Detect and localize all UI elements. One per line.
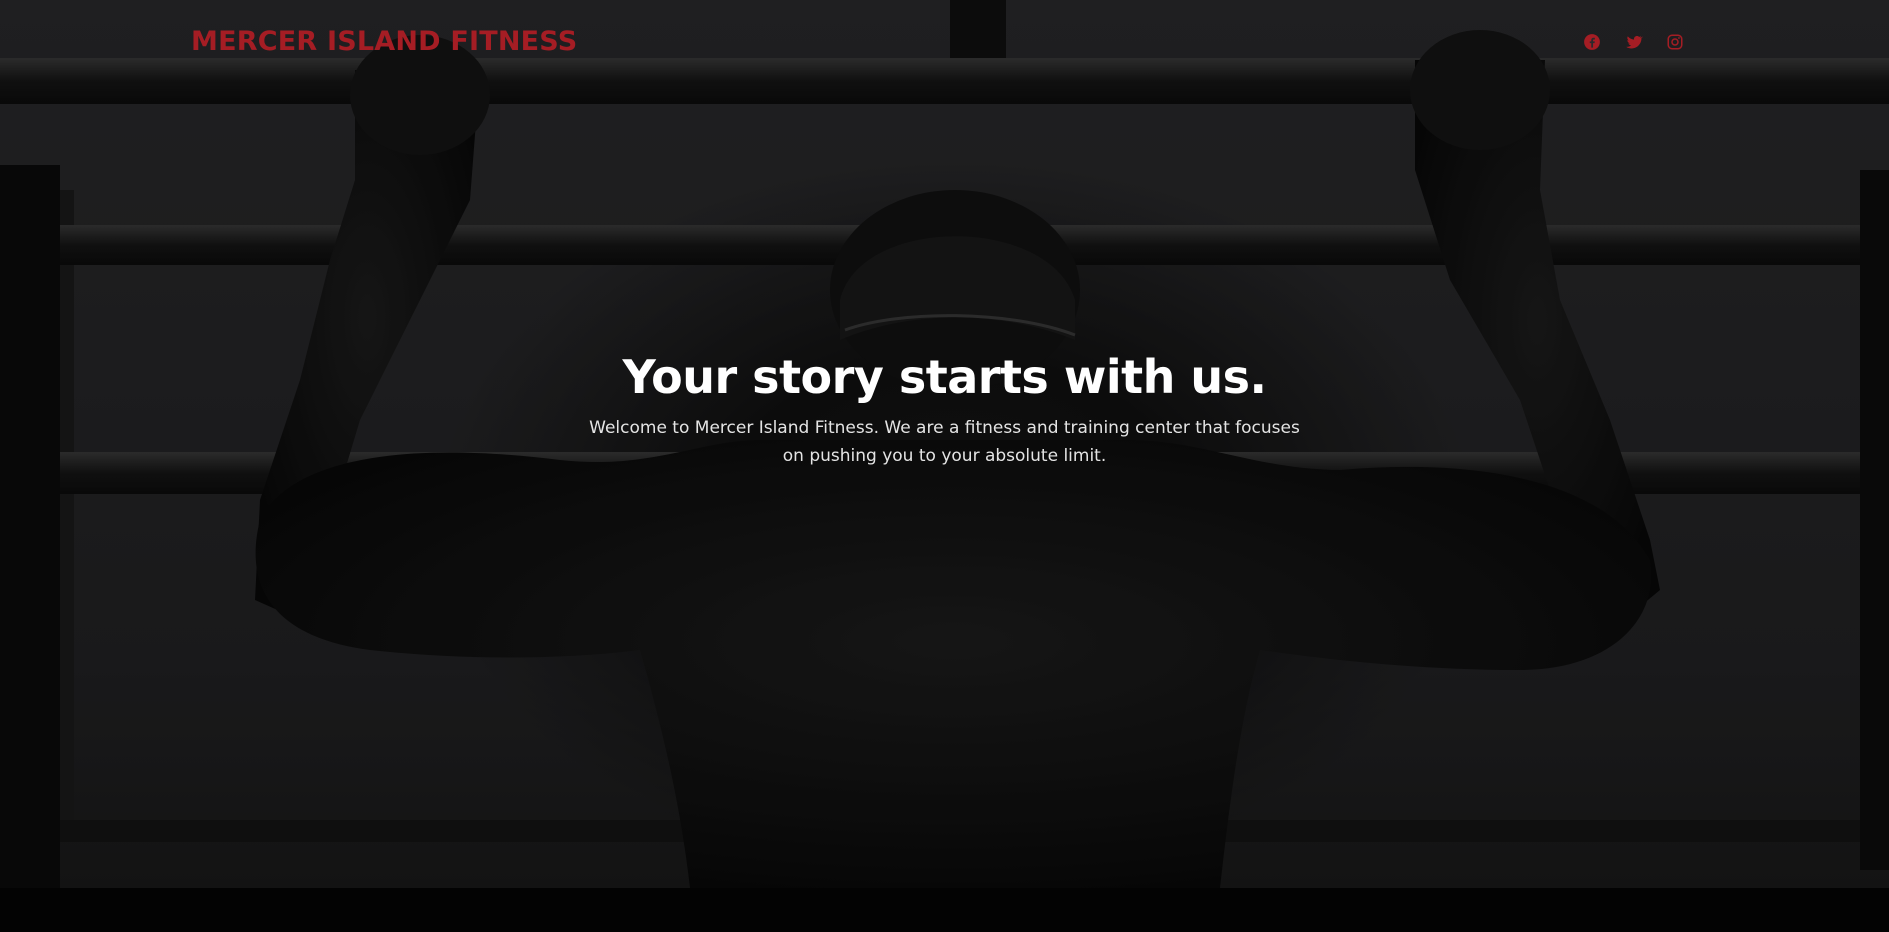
hero-content: Your story starts with us. Welcome to Me…: [0, 346, 1889, 470]
twitter-link[interactable]: [1622, 30, 1646, 54]
hero-description: Welcome to Mercer Island Fitness. We are…: [589, 418, 1300, 466]
hero-title: Your story starts with us.: [622, 350, 1267, 404]
page-bottom-band: [0, 888, 1889, 932]
brand-logo-link[interactable]: MERCER ISLAND FITNESS: [191, 24, 577, 60]
instagram-icon: [1667, 34, 1683, 50]
top-navbar: MERCER ISLAND FITNESS: [0, 0, 1889, 86]
facebook-link[interactable]: [1580, 30, 1604, 54]
facebook-icon: [1584, 34, 1600, 50]
twitter-icon: [1626, 35, 1643, 49]
instagram-link[interactable]: [1663, 30, 1687, 54]
